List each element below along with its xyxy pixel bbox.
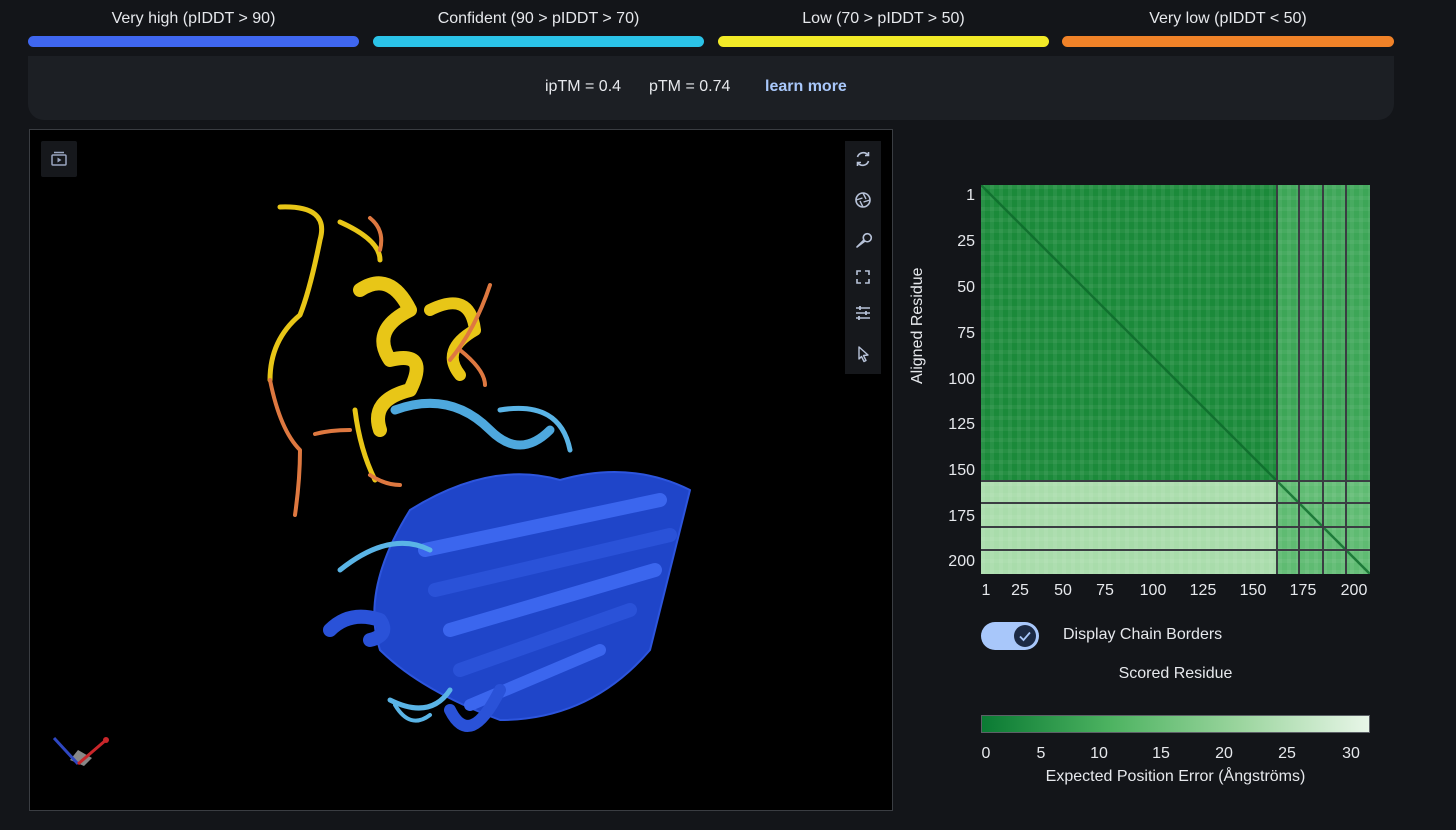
x-tick-label: 200 [1340, 582, 1368, 599]
x-tick-label: 50 [1054, 582, 1072, 599]
legend-label: Low (70 > pIDDT > 50) [802, 10, 965, 27]
x-tick-label: 1 [981, 582, 991, 599]
y-tick-label: 1 [966, 187, 975, 204]
x-tick-label: 125 [1189, 582, 1217, 599]
pointer-icon [858, 346, 869, 363]
colorbar-tick-label: 10 [1090, 745, 1108, 762]
legend-low: Low (70 > pIDDT > 50) [718, 8, 1049, 48]
y-tick-label: 50 [957, 279, 975, 296]
learn-more-link[interactable]: learn more [765, 78, 847, 96]
iptm-value: ipTM = 0.4 [545, 78, 622, 95]
chain-borders-toggle[interactable] [981, 622, 1039, 650]
colorbar-label: Expected Position Error (Ångströms) [1045, 768, 1306, 785]
refresh-icon [856, 151, 870, 167]
legend-very-low: Very low (pIDDT < 50) [1062, 8, 1394, 48]
camera-shutter-icon [855, 192, 871, 208]
y-tick-label: 25 [957, 233, 975, 250]
pae-heatmap[interactable] [981, 185, 1370, 574]
screenshot-button[interactable] [845, 182, 881, 218]
sliders-icon [856, 306, 870, 320]
legend-color-bar [373, 36, 704, 47]
fullscreen-icon [856, 270, 870, 284]
toggle-knob [1014, 625, 1036, 647]
viewer-toolbar [845, 141, 881, 374]
y-tick-label: 125 [948, 416, 975, 433]
pae-panel: Aligned Residue 1 25 50 75 100 125 150 1… [905, 129, 1405, 809]
pae-y-axis-label: Aligned Residue [909, 267, 926, 384]
pae-x-axis-label: Scored Residue [1118, 665, 1233, 682]
legend-label: Confident (90 > pIDDT > 70) [437, 10, 640, 27]
settings-tool-button[interactable] [845, 223, 881, 259]
selection-mode-button[interactable] [845, 336, 881, 372]
y-tick-label: 175 [948, 508, 975, 525]
wrench-icon [856, 232, 873, 248]
colorbar-tick-label: 25 [1278, 745, 1296, 762]
x-tick-label: 150 [1239, 582, 1267, 599]
colorbar-tick-label: 15 [1152, 745, 1170, 762]
x-tick-label: 100 [1139, 582, 1167, 599]
legend-color-bar [28, 36, 359, 47]
ptm-value: pTM = 0.74 [649, 78, 731, 95]
controls-button[interactable] [845, 295, 881, 331]
chain-borders-label: Display Chain Borders [1063, 626, 1223, 643]
x-tick-label: 75 [1096, 582, 1114, 599]
legend-color-bar [718, 36, 1049, 47]
y-tick-label: 200 [948, 553, 975, 570]
checkmark-icon [1019, 631, 1031, 642]
legend-label: Very low (pIDDT < 50) [1149, 10, 1307, 27]
y-tick-label: 100 [948, 371, 975, 388]
colorbar-tick-label: 30 [1342, 745, 1360, 762]
structure-viewer[interactable] [29, 129, 893, 811]
x-tick-label: 175 [1289, 582, 1317, 599]
legend-confident: Confident (90 > pIDDT > 70) [373, 8, 704, 48]
colorbar-tick-label: 0 [981, 745, 991, 762]
protein-structure-image [267, 204, 691, 732]
x-tick-label: 25 [1011, 582, 1029, 599]
colorbar-tick-label: 20 [1215, 745, 1233, 762]
colorbar-tick-label: 5 [1036, 745, 1046, 762]
y-tick-label: 150 [948, 462, 975, 479]
reset-view-button[interactable] [845, 141, 881, 177]
axes-triad-icon [52, 736, 109, 766]
y-tick-label: 75 [957, 325, 975, 342]
legend-label: Very high (pIDDT > 90) [111, 10, 276, 27]
legend-very-high: Very high (pIDDT > 90) [28, 8, 359, 48]
legend-color-bar [1062, 36, 1394, 47]
fullscreen-button[interactable] [845, 259, 881, 295]
pae-colorbar [981, 715, 1370, 733]
metrics-panel: ipTM = 0.4 pTM = 0.74 learn more [28, 56, 1394, 120]
plddt-legend: Very high (pIDDT > 90) Confident (90 > p… [28, 8, 1394, 48]
